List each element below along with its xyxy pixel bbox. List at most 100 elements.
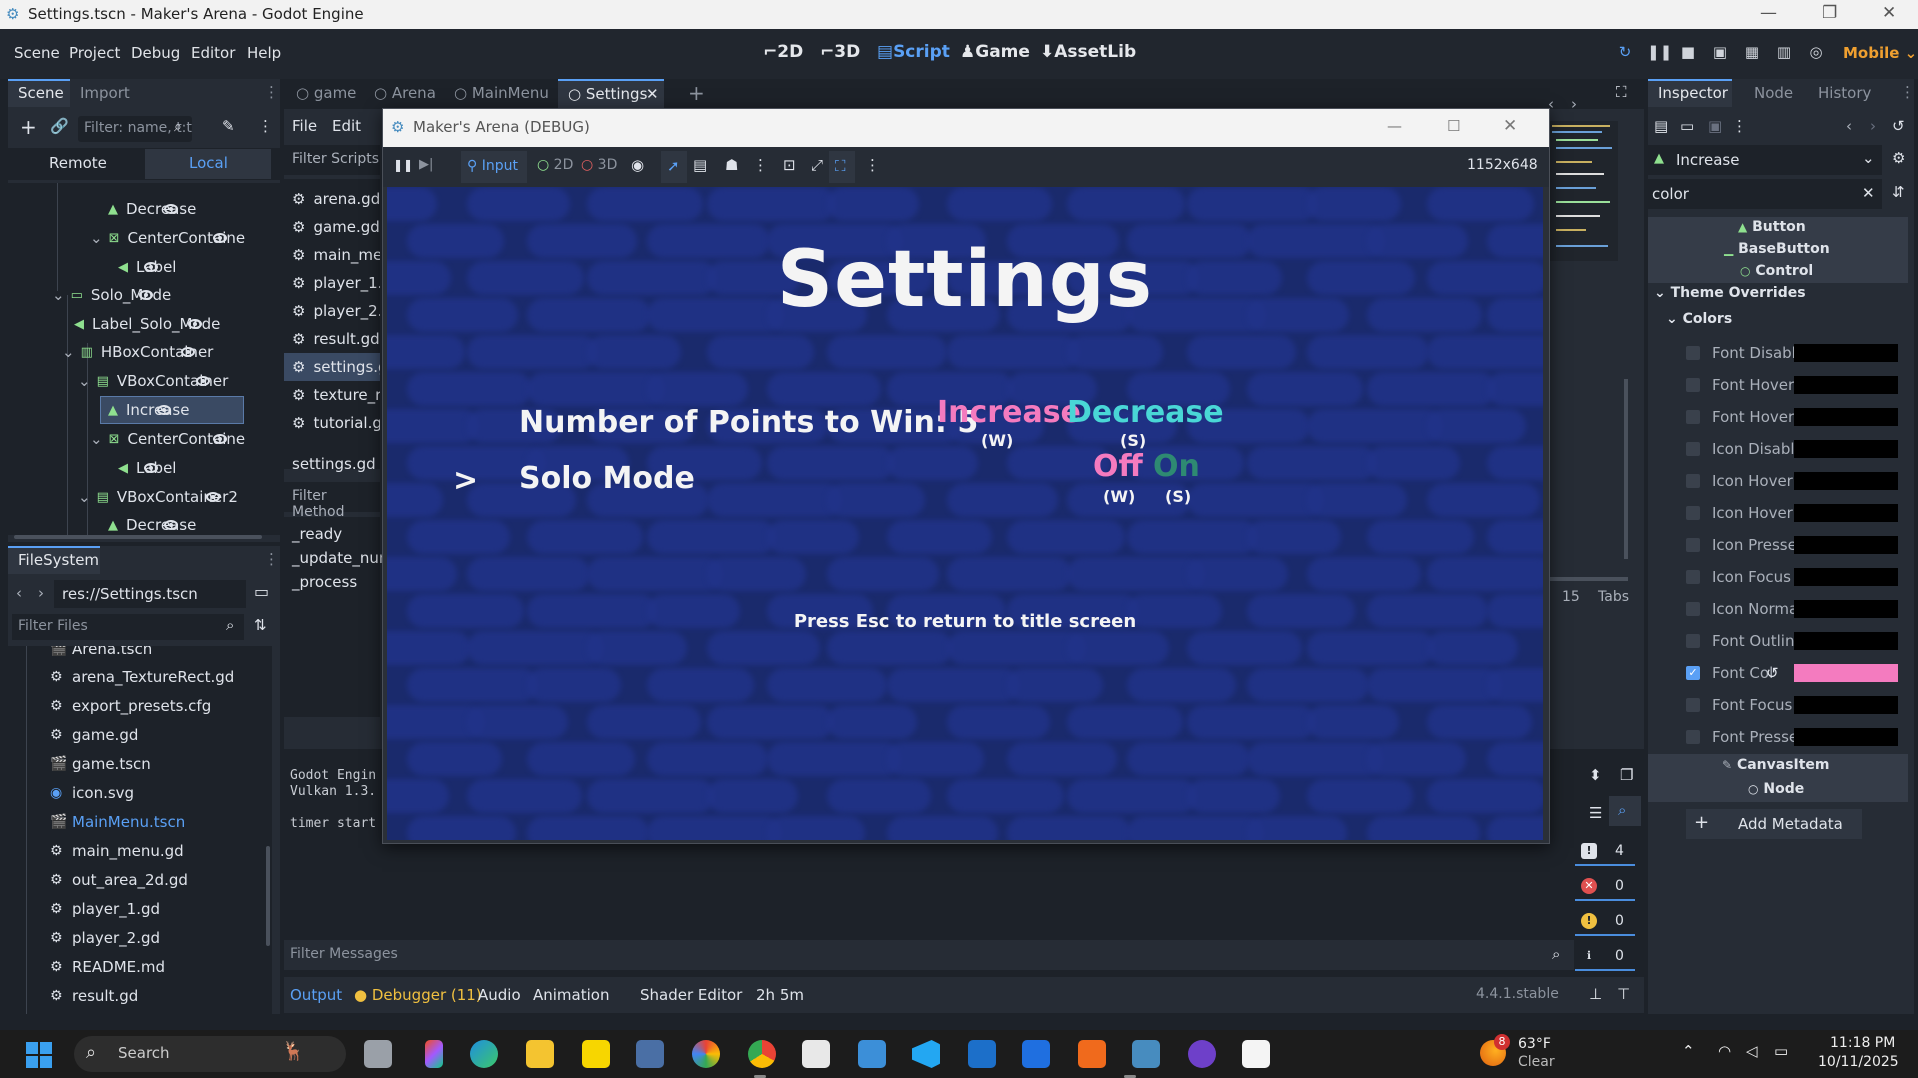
file-item[interactable]: ⚙ out_area_2d.gd (8, 865, 188, 894)
menu-editor[interactable]: Editor (191, 44, 235, 62)
color-swatch[interactable] (1794, 472, 1898, 490)
color-swatch[interactable] (1794, 408, 1898, 426)
visibility-icon[interactable] (205, 492, 220, 502)
tab-inspector[interactable]: Inspector (1658, 84, 1728, 102)
filter-files-input[interactable]: Filter Files ⌕ (12, 614, 244, 640)
color-swatch[interactable] (1794, 440, 1898, 458)
f-app-icon[interactable] (1078, 1040, 1106, 1068)
workspace-game[interactable]: ♟Game (960, 42, 1030, 62)
file-item[interactable]: ⚙ README.md (8, 952, 165, 981)
file-explorer-icon[interactable] (526, 1040, 554, 1068)
file-item[interactable]: ⚙ game.gd (8, 720, 138, 749)
override-checkbox[interactable] (1686, 346, 1700, 360)
tab-import[interactable]: Import (80, 84, 130, 102)
decrease-button[interactable]: Decrease (1067, 395, 1224, 430)
script-item[interactable]: ⚙player_2.g (284, 297, 380, 325)
more-icon[interactable]: ⋮ (753, 156, 768, 174)
split-view-icon[interactable]: ▭ (254, 582, 269, 601)
tab-output[interactable]: Output (290, 986, 342, 1004)
file-item[interactable]: ⚙ arena_TextureRect.gd (8, 662, 234, 691)
scene-tab-game[interactable]: ○ game (296, 84, 356, 102)
pin-icon[interactable]: ⊥ (1589, 985, 1602, 1003)
start-icon[interactable] (26, 1042, 52, 1068)
edge-icon[interactable] (470, 1040, 498, 1068)
dock-menu-icon[interactable]: ⋮ (264, 83, 279, 101)
minimize-icon[interactable]: — (1387, 117, 1402, 135)
volume-icon[interactable]: ◁ (1746, 1042, 1758, 1060)
dock-menu-icon[interactable]: ⋮ (264, 550, 279, 568)
script-menu-file[interactable]: File (292, 117, 317, 135)
script-item[interactable]: ⚙ result.gd (284, 325, 380, 353)
tab-node[interactable]: Node (1754, 84, 1793, 102)
visibility-icon[interactable]: ◉ (631, 156, 644, 174)
search-output-toggle[interactable]: ⌕ (1609, 796, 1641, 826)
close-tab-icon[interactable]: ✕ (646, 85, 659, 103)
path-field[interactable]: res://Settings.tscn (54, 580, 246, 608)
property-row-font-color[interactable]: ✓ Font Col ↺ (1648, 657, 1898, 689)
color-swatch[interactable] (1794, 696, 1898, 714)
battery-icon[interactable]: ▭ (1774, 1042, 1788, 1060)
scene-tab-settings[interactable]: ○ Settings ✕ (558, 79, 664, 109)
new-tab-icon[interactable]: + (688, 81, 705, 105)
file-list-scrollbar[interactable] (266, 846, 270, 946)
tree-node-vboxcontainer2[interactable]: ⌄ ▤ VBoxContainer2 (8, 483, 238, 511)
script-item-current[interactable]: ⚙settings.g (284, 353, 380, 381)
file-item[interactable]: ◉ icon.svg (8, 778, 134, 807)
remote-button[interactable]: Remote (49, 154, 107, 172)
override-checkbox[interactable] (1686, 506, 1700, 520)
color-swatch[interactable] (1794, 376, 1898, 394)
notepad-icon[interactable] (858, 1040, 886, 1068)
tree-node-hboxcontainer[interactable]: ⌄ ▥ HBoxContainer (8, 338, 213, 366)
warning-count-badge[interactable]: ! 0 (1575, 907, 1635, 936)
tab-filesystem[interactable]: FileSystem (18, 551, 99, 569)
method-item[interactable]: _update_num (292, 549, 393, 567)
play-custom-icon[interactable]: ▥ (1775, 43, 1793, 61)
vscode-icon[interactable] (912, 1040, 940, 1068)
clock-date[interactable]: 10/11/2025 (1818, 1054, 1899, 1070)
workspace-script[interactable]: ▤Script (877, 42, 950, 62)
more-icon[interactable]: ⋮ (865, 156, 880, 174)
tree-node-solo-mode[interactable]: ⌄ ▭ Solo_Mode (8, 281, 171, 309)
minimize-icon[interactable]: — (1760, 3, 1777, 23)
scene-tab-mainmenu[interactable]: ○ MainMenu (454, 84, 549, 102)
property-row[interactable]: Font Hover (1648, 369, 1898, 401)
file-item[interactable]: ⚙ main_menu.gd (8, 836, 184, 865)
list-select-icon[interactable]: ▤ (693, 156, 707, 174)
next-frame-icon[interactable]: ▶| (419, 157, 433, 172)
wifi-icon[interactable]: ◠ (1718, 1042, 1731, 1060)
file-item[interactable]: ⚙ player_2.gd (8, 923, 160, 952)
next-script-icon[interactable]: › (1571, 95, 1577, 113)
override-checkbox[interactable] (1686, 570, 1700, 584)
back-icon[interactable]: ‹ (16, 584, 22, 602)
color-swatch[interactable] (1794, 504, 1898, 522)
remote-debug-icon[interactable]: ▣ (1711, 43, 1729, 61)
class-header-basebutton[interactable]: ▁ BaseButton (1648, 239, 1908, 261)
theme-overrides-section[interactable]: ⌄ Theme Overrides (1654, 285, 1806, 301)
task-view-icon[interactable] (364, 1040, 392, 1068)
renderer-select[interactable]: Mobile ⌄ (1843, 44, 1917, 62)
add-metadata-button[interactable]: + Add Metadata (1686, 809, 1862, 839)
property-row[interactable]: Icon Focus (1648, 561, 1898, 593)
override-checkbox[interactable] (1686, 474, 1700, 488)
property-search-input[interactable]: color ✕ (1648, 179, 1882, 209)
sort-icon[interactable]: ⇅ (254, 616, 267, 634)
stop-icon[interactable]: ■ (1679, 43, 1697, 61)
off-button[interactable]: Off (1093, 449, 1143, 484)
property-row[interactable]: Icon Hover (1648, 465, 1898, 497)
menu-help[interactable]: Help (247, 44, 281, 62)
tab-shader-editor[interactable]: Shader Editor (640, 986, 742, 1004)
prev-object-icon[interactable]: ‹ (1846, 117, 1852, 135)
tab-debugger[interactable]: ● Debugger (11) (354, 986, 482, 1004)
file-item[interactable]: ⚙ export_presets.cfg (8, 691, 211, 720)
object-tools-icon[interactable]: ⚙ (1892, 149, 1905, 167)
property-row[interactable]: Font Presse (1648, 721, 1898, 753)
link-icon[interactable]: 🔗 (50, 117, 69, 135)
override-checkbox[interactable] (1686, 442, 1700, 456)
tree-node-increase[interactable]: ▲ Increase (8, 396, 189, 424)
script-item[interactable]: ⚙texture_re (284, 381, 380, 409)
scene-tree-scrollbar[interactable] (14, 535, 262, 539)
color-swatch[interactable] (1794, 632, 1898, 650)
reload-icon[interactable]: ↻ (1616, 43, 1634, 61)
increase-button[interactable]: Increase (937, 395, 1081, 430)
color-swatch[interactable] (1794, 536, 1898, 554)
